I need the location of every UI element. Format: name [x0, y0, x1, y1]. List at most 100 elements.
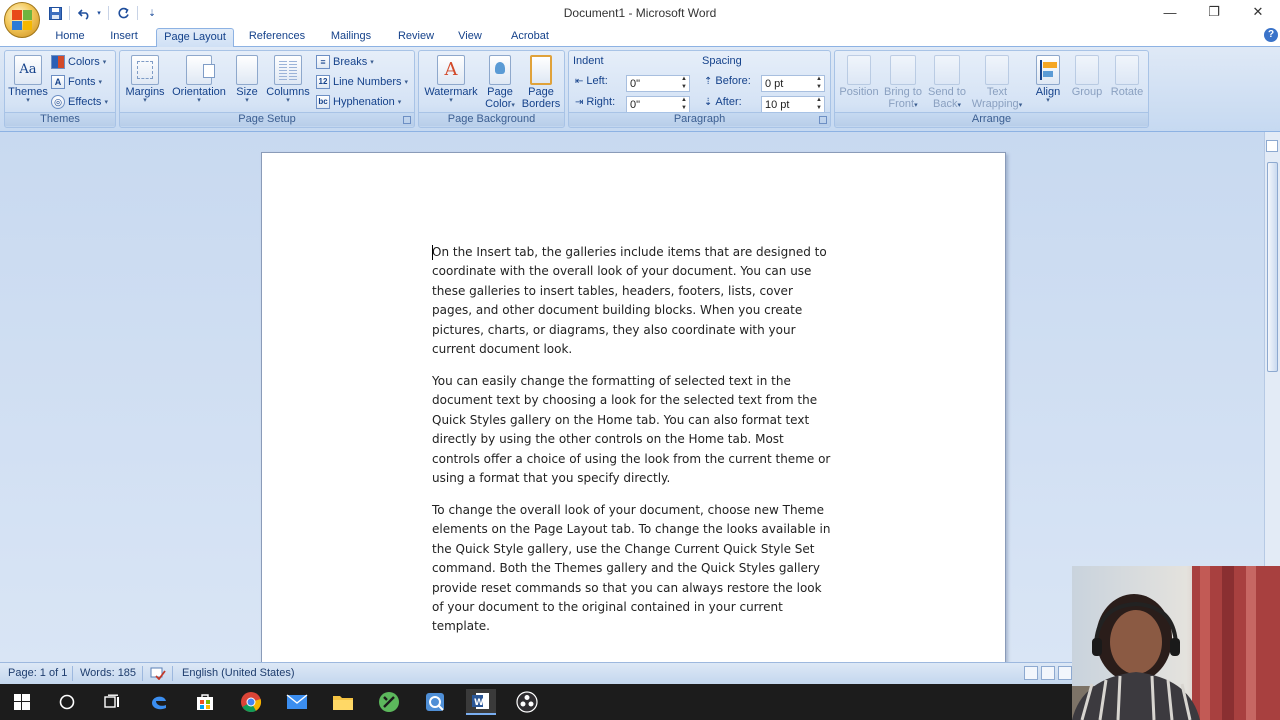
file-explorer-icon[interactable]: [330, 689, 356, 715]
size-button[interactable]: Size ▾: [232, 55, 262, 104]
cortana-icon[interactable]: [54, 689, 80, 715]
group-button[interactable]: Group: [1069, 55, 1105, 98]
paragraph-dialog-launcher-icon[interactable]: [819, 116, 827, 124]
themes-icon: Aa: [14, 55, 42, 85]
paragraph-3[interactable]: To change the overall look of your docum…: [432, 501, 832, 637]
themes-button[interactable]: Aa Themes ▾: [8, 55, 48, 104]
tab-references[interactable]: References: [244, 28, 310, 47]
help-icon[interactable]: ?: [1264, 28, 1278, 42]
scrollbar-thumb[interactable]: [1267, 162, 1278, 372]
fonts-icon: A: [51, 75, 65, 89]
page-borders-label-1: Page: [528, 86, 554, 98]
ribbon: Aa Themes ▾ Colors ▾ A Fonts ▾ ◎ Effects…: [0, 47, 1280, 132]
word-icon[interactable]: W: [466, 689, 496, 715]
title-bar: ▾ ⇣ Document1 - Microsoft Word — ❐ ✕: [0, 0, 1280, 38]
indent-left-spinner-icon[interactable]: ▲ ▼: [679, 75, 689, 92]
ribbon-tabs: Home Insert Page Layout References Maili…: [0, 26, 1280, 47]
effects-button[interactable]: ◎ Effects ▾: [51, 93, 108, 111]
page-color-button[interactable]: Page Color▾: [481, 55, 519, 112]
indent-right-icon: ⇥: [575, 96, 584, 108]
store-icon[interactable]: [192, 689, 218, 715]
margins-button[interactable]: Margins ▾: [124, 55, 166, 104]
chevron-down-icon: ▾: [104, 99, 108, 106]
close-button[interactable]: ✕: [1236, 0, 1280, 24]
paragraph-1[interactable]: On the Insert tab, the galleries include…: [432, 243, 832, 359]
page-setup-group-label: Page Setup: [120, 112, 414, 126]
mail-icon[interactable]: [284, 689, 310, 715]
chevron-down-icon: ▾: [102, 59, 107, 66]
themes-group: Aa Themes ▾ Colors ▾ A Fonts ▾ ◎ Effects…: [4, 50, 116, 128]
rotate-label: Rotate: [1110, 86, 1144, 98]
document-page[interactable]: On the Insert tab, the galleries include…: [261, 152, 1006, 662]
columns-button[interactable]: Columns ▾: [266, 55, 310, 104]
full-screen-reading-view-icon[interactable]: [1041, 666, 1055, 680]
view-ruler-icon[interactable]: [1266, 140, 1278, 152]
obs-icon[interactable]: [514, 689, 540, 715]
page-count-status[interactable]: Page: 1 of 1: [8, 667, 67, 679]
page-borders-button[interactable]: Page Borders: [521, 55, 561, 110]
language-status[interactable]: English (United States): [182, 667, 295, 679]
bring-to-front-icon: [890, 55, 916, 85]
arrange-group-label: Arrange: [835, 112, 1148, 126]
tab-mailings[interactable]: Mailings: [322, 28, 380, 47]
tab-page-layout[interactable]: Page Layout: [156, 28, 234, 47]
windows-start-icon[interactable]: [9, 689, 35, 715]
chevron-down-icon: ▾: [197, 97, 201, 104]
task-view-icon[interactable]: [100, 689, 126, 715]
colors-label: Colors: [68, 56, 100, 68]
send-to-back-icon: [934, 55, 960, 85]
bring-to-front-button[interactable]: Bring to Front▾: [881, 55, 925, 112]
rotate-button[interactable]: Rotate: [1107, 55, 1147, 98]
position-button[interactable]: Position: [837, 55, 881, 98]
effects-icon: ◎: [51, 95, 65, 109]
page-setup-group: Margins ▾ Orientation ▾ Size ▾ Columns ▾…: [119, 50, 415, 128]
app2-icon[interactable]: [422, 689, 448, 715]
chrome-icon[interactable]: [238, 689, 264, 715]
page-background-group-label: Page Background: [419, 112, 564, 126]
edge-icon[interactable]: [146, 689, 172, 715]
chevron-down-icon: ▾: [449, 97, 453, 104]
minimize-button[interactable]: —: [1148, 0, 1192, 24]
watermark-button[interactable]: A Watermark ▾: [423, 55, 479, 104]
tab-review[interactable]: Review: [392, 28, 440, 47]
spacing-after-spinner-icon[interactable]: ▲ ▼: [814, 96, 824, 113]
spacing-before-spinner-icon[interactable]: ▲ ▼: [814, 75, 824, 92]
proofing-icon[interactable]: [150, 666, 166, 683]
document-body[interactable]: On the Insert tab, the galleries include…: [432, 243, 832, 649]
text-wrapping-label-1: Text: [986, 86, 1008, 98]
chevron-down-icon: ▾: [404, 79, 408, 86]
breaks-button[interactable]: ≡ Breaks ▾: [316, 53, 374, 71]
close-icon: ✕: [1252, 4, 1264, 19]
breaks-label: Breaks: [333, 56, 368, 68]
indent-left-icon: ⇤: [575, 75, 584, 87]
print-layout-view-icon[interactable]: [1024, 666, 1038, 680]
colors-icon: [51, 55, 65, 69]
tab-insert[interactable]: Insert: [102, 28, 146, 47]
indent-heading: Indent: [573, 55, 604, 67]
chevron-down-icon: ▾: [957, 102, 961, 109]
text-wrapping-button[interactable]: Text Wrapping▾: [969, 55, 1025, 112]
paragraph-group-label: Paragraph: [569, 112, 830, 126]
web-layout-view-icon[interactable]: [1058, 666, 1072, 680]
restore-button[interactable]: ❐: [1192, 0, 1236, 24]
indent-right-spinner-icon[interactable]: ▲ ▼: [679, 96, 689, 113]
hyphenation-button[interactable]: bc Hyphenation ▾: [316, 93, 401, 111]
chevron-down-icon: ▾: [511, 102, 515, 109]
watermark-icon: A: [437, 55, 465, 85]
page-setup-dialog-launcher-icon[interactable]: [403, 116, 411, 124]
align-button[interactable]: Align ▾: [1029, 55, 1067, 104]
svg-text:W: W: [474, 698, 484, 708]
tab-view[interactable]: View: [450, 28, 490, 47]
tab-acrobat[interactable]: Acrobat: [502, 28, 558, 47]
orientation-button[interactable]: Orientation ▾: [168, 55, 230, 104]
office-button[interactable]: [4, 2, 40, 38]
status-separator: [72, 666, 73, 681]
tab-home[interactable]: Home: [48, 28, 92, 47]
fonts-button[interactable]: A Fonts ▾: [51, 73, 102, 91]
send-to-back-button[interactable]: Send to Back▾: [925, 55, 969, 112]
line-numbers-button[interactable]: 12 Line Numbers ▾: [316, 73, 408, 91]
word-count-status[interactable]: Words: 185: [80, 667, 136, 679]
colors-button[interactable]: Colors ▾: [51, 53, 106, 71]
paragraph-2[interactable]: You can easily change the formatting of …: [432, 372, 832, 488]
app-icon[interactable]: [376, 689, 402, 715]
